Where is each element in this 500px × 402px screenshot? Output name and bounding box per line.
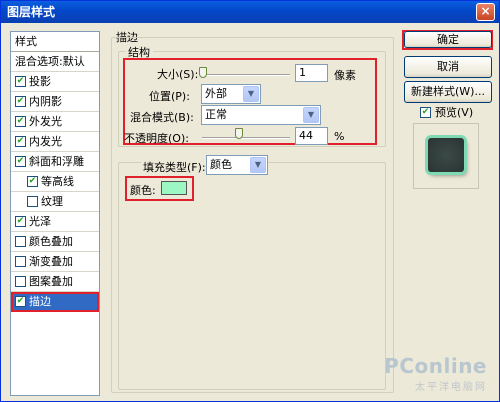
style-list-item[interactable]: ✔ 光泽 <box>11 212 99 232</box>
layer-style-dialog: 图层样式 × 样式 混合选项:默认 ✔ 投影 ✔ 内阴影 ✔ 外发光 ✔ 内发光 ✔ 斜面和浮雕 ✔ 等… <box>0 0 500 402</box>
blend-mode-select[interactable]: 正常 ▼ <box>201 105 321 125</box>
style-checkbox[interactable] <box>15 236 26 247</box>
opacity-slider-track[interactable] <box>202 137 290 139</box>
style-checkbox[interactable] <box>15 256 26 267</box>
fill-type-label: 填充类型(F): <box>141 159 208 175</box>
window-title: 图层样式 <box>7 5 56 19</box>
style-list-item-label: 图案叠加 <box>29 274 73 288</box>
size-unit: 像素 <box>334 69 356 82</box>
close-button[interactable]: × <box>476 3 495 21</box>
style-list-item-label: 渐变叠加 <box>29 254 73 268</box>
style-list-item-label: 光泽 <box>29 214 51 228</box>
watermark: PConline 太平洋电脑网 <box>384 354 487 393</box>
size-input[interactable]: 1 <box>295 64 328 82</box>
chevron-down-icon[interactable]: ▼ <box>250 157 266 173</box>
size-label: 大小(S): <box>157 68 199 81</box>
style-checkbox[interactable] <box>27 196 38 207</box>
style-list-item-label: 内阴影 <box>29 94 62 108</box>
ok-button[interactable]: 确定 <box>404 31 492 48</box>
style-list-item-label: 颜色叠加 <box>29 234 73 248</box>
style-checkbox[interactable]: ✔ <box>15 216 26 227</box>
fill-type-select[interactable]: 颜色 ▼ <box>206 155 268 175</box>
position-select[interactable]: 外部 ▼ <box>201 84 261 104</box>
chevron-down-icon[interactable]: ▼ <box>303 107 319 123</box>
style-list-item-label: 等高线 <box>41 174 74 188</box>
preview-checkbox[interactable]: ✔ <box>420 106 431 118</box>
style-checkbox[interactable]: ✔ <box>15 76 26 87</box>
style-checkbox[interactable]: ✔ <box>15 96 26 107</box>
preview-label: 预览(V) <box>435 106 474 119</box>
style-checkbox[interactable]: ✔ <box>15 136 26 147</box>
style-list-item[interactable]: ✔ 外发光 <box>11 112 99 132</box>
opacity-label: 不透明度(O): <box>124 132 189 145</box>
style-list-item[interactable]: ✔ 投影 <box>11 72 99 92</box>
watermark-subtitle: 太平洋电脑网 <box>415 382 487 393</box>
style-checkbox[interactable]: ✔ <box>15 156 26 167</box>
style-list-item[interactable]: 纹理 <box>11 192 99 212</box>
style-list-item[interactable]: 图案叠加 <box>11 272 99 292</box>
color-swatch[interactable] <box>161 181 187 195</box>
style-list-item[interactable]: 渐变叠加 <box>11 252 99 272</box>
new-style-button[interactable]: 新建样式(W)... <box>404 81 492 103</box>
style-list-item[interactable]: 混合选项:默认 <box>11 52 99 72</box>
style-list-item-label: 描边 <box>29 294 51 308</box>
opacity-input[interactable]: 44 <box>295 127 328 145</box>
style-list-item-label: 外发光 <box>29 114 62 128</box>
style-checkbox[interactable]: ✔ <box>15 116 26 127</box>
opacity-slider-thumb[interactable] <box>235 128 243 139</box>
opacity-unit: % <box>334 130 345 143</box>
position-label: 位置(P): <box>149 90 190 103</box>
blend-mode-label: 混合模式(B): <box>130 111 194 124</box>
style-list-item-label: 内发光 <box>29 134 62 148</box>
style-list-item[interactable]: ✔ 描边 <box>11 292 99 312</box>
style-list-item[interactable]: ✔ 等高线 <box>11 172 99 192</box>
style-list-item[interactable]: ✔ 内发光 <box>11 132 99 152</box>
style-list-item-label: 投影 <box>29 74 51 88</box>
style-list-item-label: 混合选项:默认 <box>15 54 85 68</box>
style-list-item[interactable]: ✔ 内阴影 <box>11 92 99 112</box>
style-list-header[interactable]: 样式 <box>11 32 99 52</box>
style-list-item[interactable]: 颜色叠加 <box>11 232 99 252</box>
style-checkbox[interactable]: ✔ <box>27 176 38 187</box>
preview-thumbnail <box>413 123 479 189</box>
color-label: 颜色: <box>130 184 156 197</box>
size-slider-track[interactable] <box>202 74 290 76</box>
blend-mode-value: 正常 <box>205 108 227 121</box>
watermark-logo: PConline <box>384 354 487 378</box>
fill-type-value: 颜色 <box>210 158 232 171</box>
title-bar: 图层样式 × <box>1 1 499 23</box>
style-list-item-label: 斜面和浮雕 <box>29 154 84 168</box>
preview-toggle[interactable]: ✔ 预览(V) <box>420 104 473 120</box>
size-slider-thumb[interactable] <box>199 67 207 78</box>
cancel-button[interactable]: 取消 <box>404 56 492 78</box>
style-list-item[interactable]: ✔ 斜面和浮雕 <box>11 152 99 172</box>
chevron-down-icon[interactable]: ▼ <box>243 86 259 102</box>
style-list: 样式 混合选项:默认 ✔ 投影 ✔ 内阴影 ✔ 外发光 ✔ 内发光 ✔ 斜面和浮雕 ✔ 等高线 纹理 ✔ 光泽… <box>10 31 100 396</box>
style-checkbox[interactable] <box>15 276 26 287</box>
style-list-item-label: 纹理 <box>41 194 63 208</box>
position-value: 外部 <box>205 87 227 100</box>
style-checkbox[interactable]: ✔ <box>15 296 26 307</box>
preview-swatch <box>428 138 464 172</box>
